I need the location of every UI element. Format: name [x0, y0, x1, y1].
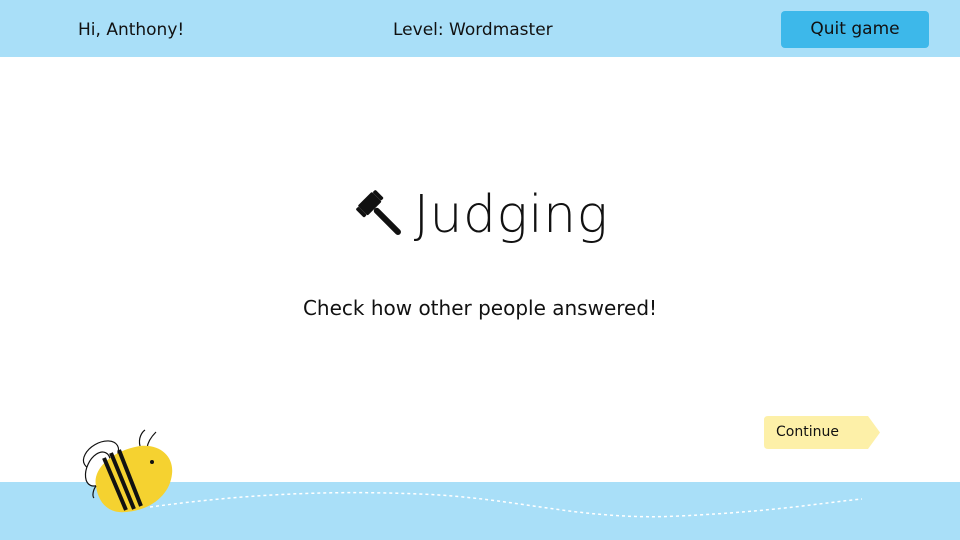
top-bar: Hi, Anthony! Level: Wordmaster Quit game — [0, 0, 960, 57]
greeting-text: Hi, Anthony! — [78, 20, 185, 40]
gavel-icon — [355, 190, 401, 235]
level-text: Level: Wordmaster — [393, 20, 553, 40]
continue-label: Continue — [776, 424, 839, 440]
instruction-text: Check how other people answered! — [302, 296, 658, 320]
page-heading: Judging — [0, 180, 960, 250]
page-title: Judging — [413, 185, 609, 245]
quit-game-button[interactable]: Quit game — [781, 11, 929, 48]
judging-screen: Hi, Anthony! Level: Wordmaster Quit game… — [0, 0, 960, 540]
bee-icon — [82, 429, 173, 513]
continue-button[interactable]: Continue — [764, 416, 880, 449]
